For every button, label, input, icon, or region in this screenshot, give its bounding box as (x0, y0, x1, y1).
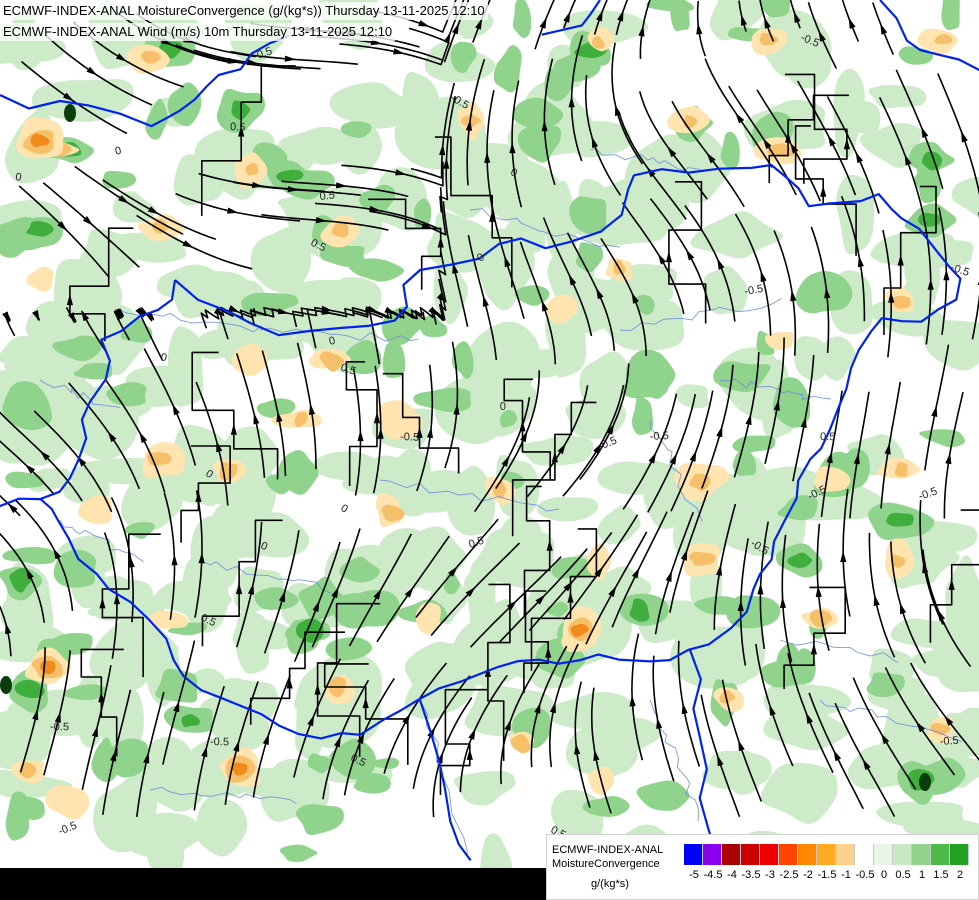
convergence-extreme (0, 676, 12, 694)
legend-tick-label: 0.5 (895, 869, 911, 881)
contour-label: -0.5 (50, 721, 69, 733)
map-title-moisture-convergence: ECMWF-INDEX-ANAL MoistureConvergence (g/… (0, 2, 488, 20)
legend-swatch (760, 844, 779, 865)
convergence-area (886, 512, 914, 527)
legend-tick-label: -3.5 (741, 869, 761, 881)
legend-tick-label: -4 (727, 869, 737, 881)
contour-label: 0.5 (820, 431, 836, 443)
legend-swatch (684, 844, 703, 865)
legend-tick-label: -4.5 (703, 869, 723, 881)
legend-parameter: MoistureConvergence (552, 858, 660, 870)
legend-tick-label: 1 (918, 869, 926, 881)
legend-swatch (817, 844, 836, 865)
legend-tick-label: 2 (956, 869, 964, 881)
legend-swatch (931, 844, 950, 865)
legend-tick-label: -1 (841, 869, 851, 881)
legend-unit: g/(kg*s) (591, 878, 629, 890)
color-legend: ECMWF-INDEX-ANAL MoistureConvergence g/(… (546, 834, 979, 900)
legend-tick-label: 1.5 (933, 869, 949, 881)
convergence-extreme (919, 773, 931, 791)
convergence-area (918, 212, 941, 227)
legend-tick-label: -0.5 (855, 869, 875, 881)
legend-swatch (836, 844, 855, 865)
legend-swatch (912, 844, 931, 865)
contour-label: -0.5 (210, 736, 229, 748)
legend-tick-label: 0 (880, 869, 888, 881)
map-title-wind: ECMWF-INDEX-ANAL Wind (m/s) 10m Thursday… (0, 23, 396, 41)
contour-label: -0.5 (400, 431, 419, 444)
contour-label: -0.5 (650, 430, 670, 443)
legend-tick-label: -5 (689, 869, 699, 881)
legend-tick-label: -2 (803, 869, 813, 881)
legend-description: ECMWF-INDEX-ANAL MoistureConvergence (552, 843, 682, 871)
legend-tick-label: -2.5 (779, 869, 799, 881)
legend-swatch (798, 844, 817, 865)
contour-label: 0 (500, 401, 507, 413)
weather-map: 0 0.5 0.5 0.5 -0.5 0 0 -0.5 -0.5 -0.5 -0.5 0.5 -0.5-… (0, 0, 979, 900)
contour-label: 0.5 (319, 189, 335, 203)
legend-swatch (703, 844, 722, 865)
legend-swatch (779, 844, 798, 865)
legend-swatch (893, 844, 912, 865)
convergence-area (941, 0, 960, 31)
legend-color-scale (684, 844, 969, 865)
contour-label: -0.5 (939, 735, 959, 748)
legend-swatch (722, 844, 741, 865)
map-canvas: 00.50.50.5-0.500-0.5-0.5-0.5-0.50.5-0.5-… (0, 0, 979, 900)
contour-label: 0.5 (230, 121, 246, 134)
legend-swatch (874, 844, 893, 865)
legend-swatch (741, 844, 760, 865)
legend-tick-label: -1.5 (817, 869, 837, 881)
legend-swatch (855, 844, 874, 865)
legend-source: ECMWF-INDEX-ANAL (552, 844, 664, 856)
convergence-extreme (64, 104, 76, 122)
legend-swatch (950, 844, 969, 865)
legend-tick-label: -3 (765, 869, 775, 881)
legend-tick-labels: -5 -4.5 -4 -3.5 -3 -2.5 -2 -1.5 -1 -0.5 0 0.5 1 1.5 2 (684, 869, 974, 885)
